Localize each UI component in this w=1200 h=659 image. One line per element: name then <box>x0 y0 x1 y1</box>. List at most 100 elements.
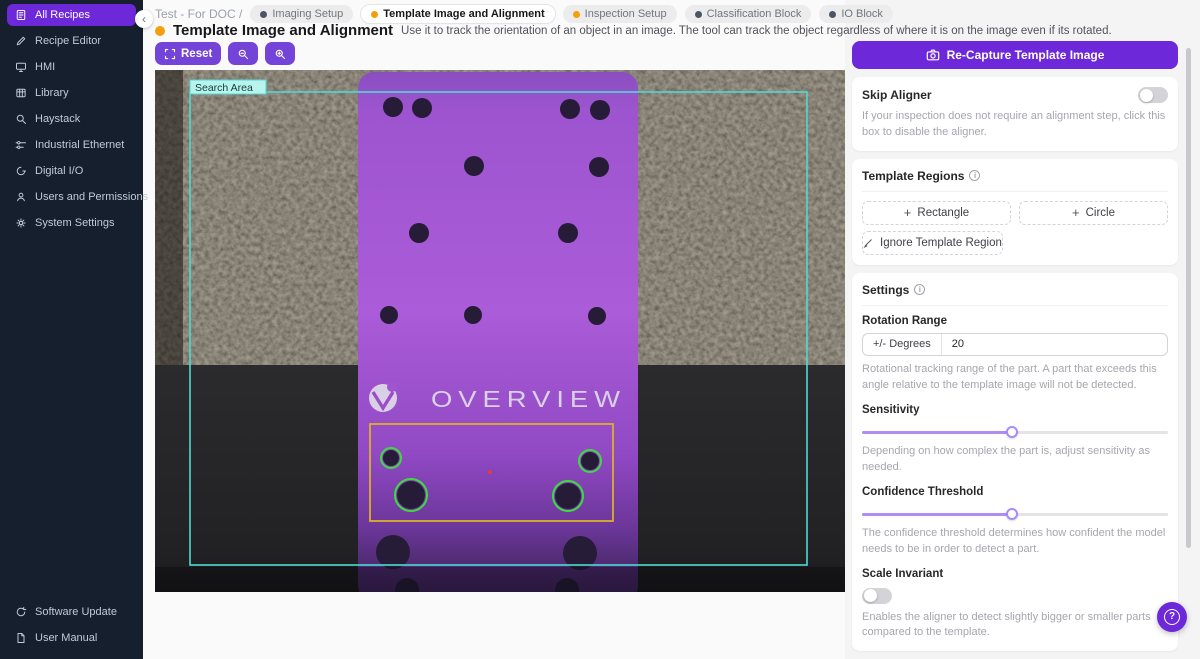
overview-logo-text: OVERVIEW <box>431 386 626 412</box>
recapture-label: Re-Capture Template Image <box>947 48 1105 62</box>
grid-icon <box>15 87 27 99</box>
skip-aligner-toggle[interactable] <box>1138 87 1168 103</box>
info-icon[interactable]: i <box>969 170 980 181</box>
part-hole <box>409 223 429 243</box>
part-hole <box>397 481 425 509</box>
part-hole <box>589 157 609 177</box>
zoom-out-icon <box>237 48 249 60</box>
status-dot-icon <box>573 11 580 18</box>
zoom-in-icon <box>274 48 286 60</box>
status-dot-icon <box>695 11 702 18</box>
scale-invariant-description: Enables the aligner to detect slightly b… <box>862 610 1168 642</box>
info-icon[interactable]: i <box>914 284 925 295</box>
tab-inspection-setup[interactable]: Inspection Setup <box>563 5 677 23</box>
part-hole <box>558 223 578 243</box>
scale-invariant-toggle[interactable] <box>862 588 892 604</box>
part-hole <box>588 307 606 325</box>
sidebar-item-industrial-ethernet[interactable]: Industrial Ethernet <box>7 134 136 156</box>
status-dot-icon <box>371 11 378 18</box>
part-hole <box>555 483 581 509</box>
rotation-range-input[interactable] <box>942 338 1167 350</box>
part-hole <box>412 98 432 118</box>
sidebar-item-recipe-editor[interactable]: Recipe Editor <box>7 30 136 52</box>
zoom-in-button[interactable] <box>265 42 295 65</box>
sensitivity-slider[interactable] <box>862 426 1168 438</box>
plus-icon: + <box>1072 206 1080 219</box>
sidebar-item-all-recipes[interactable]: All Recipes <box>7 4 136 26</box>
sidebar-item-software-update[interactable]: Software Update <box>7 601 136 623</box>
viewer-toolbar: Reset <box>155 42 295 65</box>
sidebar-item-library[interactable]: Library <box>7 82 136 104</box>
tab-label: IO Block <box>841 8 883 20</box>
template-regions-title: Template Regions <box>862 169 964 183</box>
tab-label: Classification Block <box>707 8 802 20</box>
ignore-template-region-button[interactable]: Ignore Template Region <box>862 231 1003 255</box>
part-hole <box>581 452 599 470</box>
tab-io-block[interactable]: IO Block <box>819 5 893 23</box>
expand-arrows-icon <box>164 48 176 60</box>
tab-template-image-alignment[interactable]: Template Image and Alignment <box>361 5 554 23</box>
page-title: Template Image and Alignment <box>173 22 393 39</box>
camera-icon <box>926 48 940 62</box>
panel-scrollbar[interactable] <box>1186 48 1191 548</box>
sidebar-item-users-permissions[interactable]: Users and Permissions <box>7 186 136 208</box>
reset-label: Reset <box>181 48 212 60</box>
tab-label: Inspection Setup <box>585 8 667 20</box>
toggle-knob <box>864 589 877 602</box>
center-marker-dot <box>488 470 492 474</box>
part-hole <box>383 450 399 466</box>
camera-viewport[interactable]: OVERVIEW Search Area <box>155 70 845 592</box>
slider-fill <box>862 513 1012 516</box>
part-hole <box>383 97 403 117</box>
add-rectangle-region-button[interactable]: + Rectangle <box>862 201 1011 225</box>
template-part-plate <box>358 72 638 592</box>
confidence-threshold-slider[interactable] <box>862 508 1168 520</box>
search-area-label: Search Area <box>195 82 253 94</box>
ignore-region-icon <box>863 237 874 248</box>
slider-fill <box>862 431 1012 434</box>
rotation-range-label: Rotation Range <box>862 315 1168 327</box>
sidebar-item-label: Library <box>35 87 69 99</box>
settings-title: Settings <box>862 283 909 297</box>
breadcrumb: Test - For DOC / <box>155 7 242 21</box>
status-dot-icon <box>829 11 836 18</box>
person-icon <box>15 191 27 203</box>
file-icon <box>15 632 27 644</box>
sidebar-item-hmi[interactable]: HMI <box>7 56 136 78</box>
magnifier-icon <box>15 113 27 125</box>
left-shadow <box>155 70 183 365</box>
sidebar-item-label: User Manual <box>35 632 97 644</box>
part-hole <box>376 535 410 569</box>
reset-view-button[interactable]: Reset <box>155 42 221 65</box>
bottom-shadow-band <box>155 567 845 592</box>
tab-label: Template Image and Alignment <box>383 8 544 20</box>
zoom-out-button[interactable] <box>228 42 258 65</box>
monitor-icon <box>15 61 27 73</box>
sidebar-item-label: Industrial Ethernet <box>35 139 124 151</box>
part-hole <box>590 100 610 120</box>
sidebar-item-label: All Recipes <box>35 9 90 21</box>
sidebar-collapse-button[interactable]: ‹ <box>135 10 153 28</box>
main-area: Test - For DOC / Imaging Setup Template … <box>143 0 1200 659</box>
plus-icon: + <box>904 206 912 219</box>
sidebar-item-user-manual[interactable]: User Manual <box>7 627 136 649</box>
settings-card: Settings i Rotation Range +/- Degrees Ro… <box>852 273 1178 652</box>
help-button[interactable]: ? <box>1157 602 1187 632</box>
slider-thumb[interactable] <box>1006 508 1018 520</box>
refresh-icon <box>15 606 27 618</box>
recapture-template-button[interactable]: Re-Capture Template Image <box>852 41 1178 69</box>
tab-imaging-setup[interactable]: Imaging Setup <box>250 5 353 23</box>
tab-classification-block[interactable]: Classification Block <box>685 5 812 23</box>
part-hole <box>464 156 484 176</box>
sidebar-item-system-settings[interactable]: System Settings <box>7 212 136 234</box>
slider-thumb[interactable] <box>1006 426 1018 438</box>
gear-icon <box>15 217 27 229</box>
sidebar-item-digital-io[interactable]: Digital I/O <box>7 160 136 182</box>
network-icon <box>15 139 27 151</box>
skip-aligner-description: If your inspection does not require an a… <box>862 109 1168 141</box>
skip-aligner-card: Skip Aligner If your inspection does not… <box>852 77 1178 151</box>
add-circle-region-button[interactable]: + Circle <box>1019 201 1168 225</box>
sidebar: All Recipes Recipe Editor HMI Library Ha… <box>0 0 143 659</box>
confidence-threshold-description: The confidence threshold determines how … <box>862 526 1168 558</box>
sidebar-item-haystack[interactable]: Haystack <box>7 108 136 130</box>
